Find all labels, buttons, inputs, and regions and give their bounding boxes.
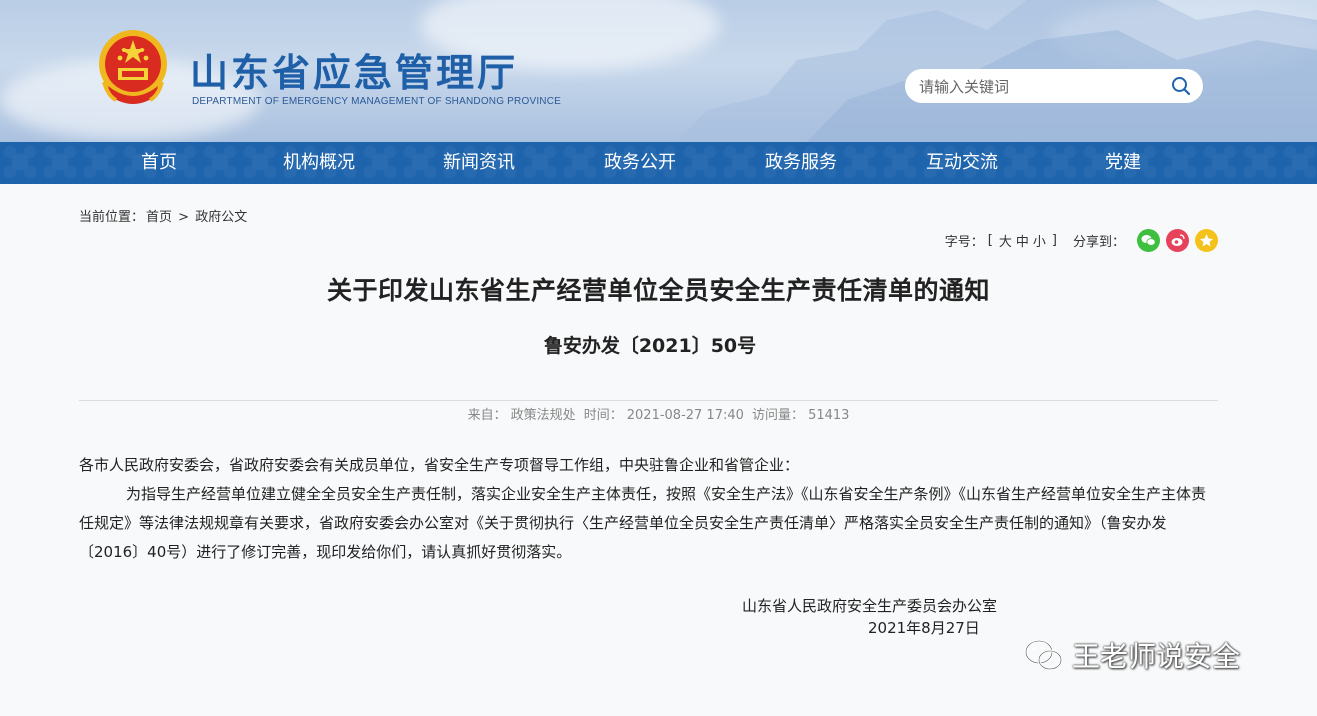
font-size-large-button[interactable]: 大 bbox=[997, 231, 1014, 250]
weibo-icon[interactable] bbox=[1166, 228, 1189, 252]
document-number: 鲁安办发〔2021〕50号 bbox=[543, 335, 757, 357]
meta-time: 2021-08-27 17:40 bbox=[626, 408, 744, 423]
breadcrumb-prefix: 当前位置： bbox=[79, 210, 145, 225]
font-size-small-button[interactable]: 小 bbox=[1031, 231, 1048, 250]
watermark: 王老师说安全 bbox=[1022, 632, 1240, 678]
nav-item-interaction[interactable]: 互动交流 bbox=[902, 142, 1022, 184]
wechat-icon[interactable] bbox=[1137, 228, 1160, 252]
font-size-bracket-open: [ bbox=[987, 232, 993, 248]
meta-source: 政策法规处 bbox=[510, 408, 576, 423]
breadcrumb-separator: > bbox=[178, 210, 190, 225]
nav-item-home[interactable]: 首页 bbox=[99, 142, 219, 184]
article-meta: 来自： 政策法规处 时间： 2021-08-27 17:40 访问量： 51413 bbox=[0, 404, 1317, 423]
nav-item-party[interactable]: 党建 bbox=[1063, 142, 1183, 184]
search-box bbox=[905, 69, 1203, 105]
meta-views: 51413 bbox=[808, 408, 850, 423]
breadcrumb: 当前位置： 首页 > 政府公文 bbox=[79, 206, 249, 225]
font-size-label: 字号： bbox=[944, 234, 984, 250]
watermark-text: 王老师说安全 bbox=[1072, 640, 1241, 673]
meta-source-label: 来自： bbox=[467, 408, 507, 423]
main-nav: 首页 机构概况 新闻资讯 政务公开 政务服务 互动交流 党建 bbox=[0, 142, 1317, 184]
article-salutation: 各市人民政府安委会，省政府安委会有关成员单位，省安全生产专项督导工作组，中央驻鲁… bbox=[79, 456, 800, 474]
nav-item-services[interactable]: 政务服务 bbox=[741, 142, 861, 184]
wechat-watermark-icon bbox=[1024, 639, 1063, 671]
nav-item-public-affairs[interactable]: 政务公开 bbox=[580, 142, 700, 184]
search-icon[interactable] bbox=[1171, 76, 1191, 96]
signature-organization: 山东省人民政府安全生产委员会办公室 bbox=[742, 597, 998, 615]
nav-item-about[interactable]: 机构概况 bbox=[259, 142, 379, 184]
national-emblem-logo bbox=[99, 30, 167, 104]
article-body: 各市人民政府安委会，省政府安委会有关成员单位，省安全生产专项督导工作组，中央驻鲁… bbox=[79, 451, 1219, 567]
meta-time-label: 时间： bbox=[583, 408, 623, 423]
meta-views-label: 访问量： bbox=[752, 408, 805, 423]
site-header: 山东省应急管理厅 DEPARTMENT OF EMERGENCY MANAGEM… bbox=[0, 0, 1317, 142]
article-paragraph: 为指导生产经营单位建立健全全员安全生产责任制，落实企业安全生产主体责任，按照《安… bbox=[79, 485, 1207, 561]
breadcrumb-current[interactable]: 政府公文 bbox=[195, 210, 247, 225]
breadcrumb-home-link[interactable]: 首页 bbox=[146, 210, 172, 225]
article-title: 关于印发山东省生产经营单位全员安全生产责任清单的通知 bbox=[326, 276, 990, 305]
font-size-medium-button[interactable]: 中 bbox=[1014, 231, 1031, 250]
divider bbox=[79, 400, 1218, 401]
site-title: 山东省应急管理厅 bbox=[190, 51, 519, 95]
search-input[interactable] bbox=[917, 69, 1171, 105]
share-label: 分享到： bbox=[1072, 234, 1125, 250]
qzone-icon[interactable] bbox=[1195, 228, 1218, 252]
site-subtitle: DEPARTMENT OF EMERGENCY MANAGEMENT OF SH… bbox=[192, 96, 562, 107]
article-tools: 字号： [ 大 中 小 ] 分享到： bbox=[945, 228, 1218, 252]
font-size-bracket-close: ] bbox=[1051, 232, 1057, 248]
nav-item-news[interactable]: 新闻资讯 bbox=[419, 142, 539, 184]
signature-date: 2021年8月27日 bbox=[868, 619, 980, 637]
